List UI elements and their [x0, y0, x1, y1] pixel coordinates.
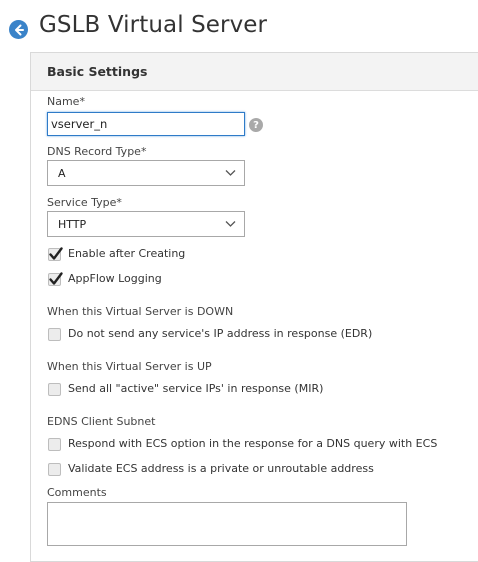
enable-after-creating-checkbox[interactable] — [48, 247, 63, 261]
appflow-logging-label: AppFlow Logging — [68, 272, 162, 285]
edr-checkbox[interactable] — [48, 328, 61, 341]
ecs-respond-checkbox[interactable] — [48, 438, 61, 451]
comments-textarea[interactable] — [47, 502, 407, 546]
dns-record-type-label: DNS Record Type* — [47, 145, 147, 158]
service-type-value: HTTP — [58, 217, 87, 231]
dns-record-type-value: A — [58, 166, 66, 180]
service-type-label: Service Type* — [47, 196, 122, 209]
mir-checkbox[interactable] — [48, 383, 61, 396]
chevron-down-icon — [225, 170, 236, 176]
back-arrow-icon — [14, 24, 24, 35]
back-button[interactable] — [9, 20, 28, 39]
ecs-validate-label: Validate ECS address is a private or unr… — [68, 462, 374, 475]
checkmark-icon — [49, 247, 63, 260]
ecs-validate-checkbox[interactable] — [48, 463, 61, 476]
chevron-down-icon — [225, 221, 236, 227]
mir-label: Send all "active" service IPs' in respon… — [68, 382, 324, 395]
checkmark-icon — [49, 272, 63, 285]
page-title: GSLB Virtual Server — [39, 12, 268, 38]
edns-section-label: EDNS Client Subnet — [47, 415, 156, 428]
down-section-label: When this Virtual Server is DOWN — [47, 305, 234, 318]
up-section-label: When this Virtual Server is UP — [47, 360, 212, 373]
enable-after-creating-label: Enable after Creating — [68, 247, 186, 260]
comments-label: Comments — [47, 486, 107, 499]
panel-title: Basic Settings — [31, 53, 478, 91]
dns-record-type-select[interactable]: A — [47, 160, 245, 186]
ecs-respond-label: Respond with ECS option in the response … — [68, 437, 438, 450]
service-type-select[interactable]: HTTP — [47, 211, 245, 237]
name-label: Name* — [47, 95, 85, 108]
appflow-logging-checkbox[interactable] — [48, 272, 63, 286]
help-icon[interactable]: ? — [249, 118, 263, 132]
edr-label: Do not send any service's IP address in … — [68, 327, 373, 340]
name-input[interactable] — [47, 112, 245, 136]
